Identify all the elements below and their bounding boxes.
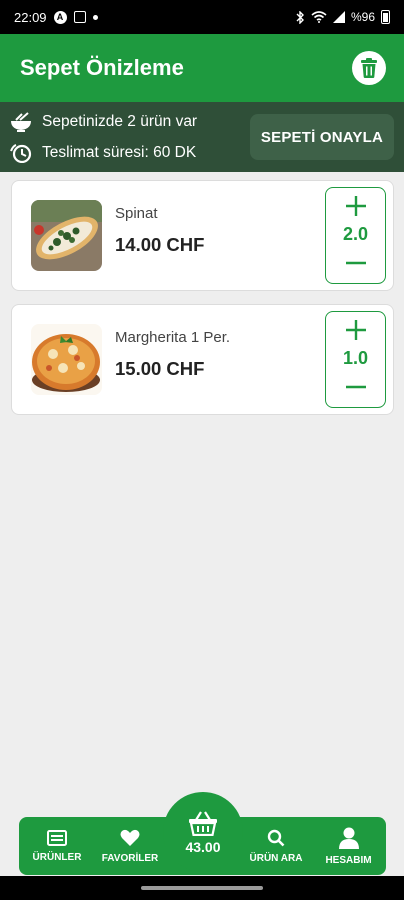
- minus-icon: [345, 261, 366, 265]
- wifi-icon: [311, 11, 327, 23]
- quantity-value: 2.0: [342, 224, 369, 244]
- bluetooth-icon: [296, 10, 304, 24]
- signal-icon: [332, 11, 345, 23]
- cart-item: Spinat 14.00 CHF 2.0: [11, 180, 394, 291]
- bottom-nav: ÜRÜNLER FAVORİLER 43.00 ÜRÜN ARA HESABIM: [19, 792, 386, 875]
- basket-icon: [189, 810, 217, 836]
- nav-search-label: ÜRÜN ARA: [249, 852, 303, 864]
- app-bar: Sepet Önizleme: [0, 34, 404, 102]
- plus-icon: [345, 196, 366, 216]
- user-icon: [338, 827, 359, 849]
- cart-summary-bar: Sepetinizde 2 ürün var Teslimat süresi: …: [0, 102, 404, 172]
- nav-favorites-label: FAVORİLER: [101, 852, 159, 864]
- minus-icon: [345, 385, 366, 389]
- heart-icon: [120, 829, 140, 846]
- bowl-icon: [11, 111, 31, 132]
- cart-list: Spinat 14.00 CHF 2.0 Margherita 1 Per. 1…: [11, 180, 394, 428]
- product-image: [31, 200, 102, 271]
- nav-favorites[interactable]: FAVORİLER: [95, 817, 165, 875]
- delivery-time-text: Teslimat süresi: 60 DK: [42, 143, 197, 161]
- product-price: 14.00 CHF: [115, 234, 205, 255]
- gesture-bar: [0, 876, 404, 900]
- menu-card-icon: [47, 829, 67, 846]
- increase-quantity-button[interactable]: [344, 318, 368, 342]
- product-image: [31, 324, 102, 395]
- battery-percent: %96: [350, 10, 375, 24]
- cart-total-button[interactable]: 43.00: [163, 792, 243, 872]
- quantity-stepper: 1.0: [325, 311, 386, 408]
- cart-count-text: Sepetinizde 2 ürün var: [42, 112, 198, 130]
- status-time: 22:09: [14, 9, 47, 25]
- clock-icon: [10, 143, 32, 163]
- nav-products-label: ÜRÜNLER: [32, 851, 82, 863]
- quantity-stepper: 2.0: [325, 187, 386, 284]
- quantity-value: 1.0: [342, 348, 369, 368]
- increase-quantity-button[interactable]: [344, 194, 368, 218]
- home-gesture-handle[interactable]: [141, 886, 263, 890]
- product-name: Margherita 1 Per.: [115, 329, 231, 346]
- product-price: 15.00 CHF: [115, 358, 205, 379]
- cart-total: 43.00: [185, 838, 221, 855]
- battery-icon: [381, 10, 390, 24]
- plus-icon: [345, 320, 366, 340]
- nav-products[interactable]: ÜRÜNLER: [19, 817, 95, 875]
- product-name: Spinat: [115, 205, 158, 222]
- dot-icon: [92, 14, 98, 20]
- decrease-quantity-button[interactable]: [344, 251, 368, 275]
- clear-cart-button[interactable]: [352, 51, 386, 85]
- status-bar: 22:09 A %96: [0, 0, 404, 34]
- cart-item: Margherita 1 Per. 15.00 CHF 1.0: [11, 304, 394, 415]
- search-icon: [267, 829, 285, 846]
- gallery-icon: [73, 11, 86, 23]
- trash-icon: [361, 58, 377, 78]
- nav-account-label: HESABIM: [325, 854, 372, 866]
- nav-account[interactable]: HESABIM: [311, 817, 386, 875]
- decrease-quantity-button[interactable]: [344, 375, 368, 399]
- confirm-cart-button[interactable]: SEPETİ ONAYLA: [249, 114, 394, 160]
- page-title: Sepet Önizleme: [20, 55, 184, 80]
- nav-search[interactable]: ÜRÜN ARA: [241, 817, 311, 875]
- assistant-icon: A: [53, 10, 67, 24]
